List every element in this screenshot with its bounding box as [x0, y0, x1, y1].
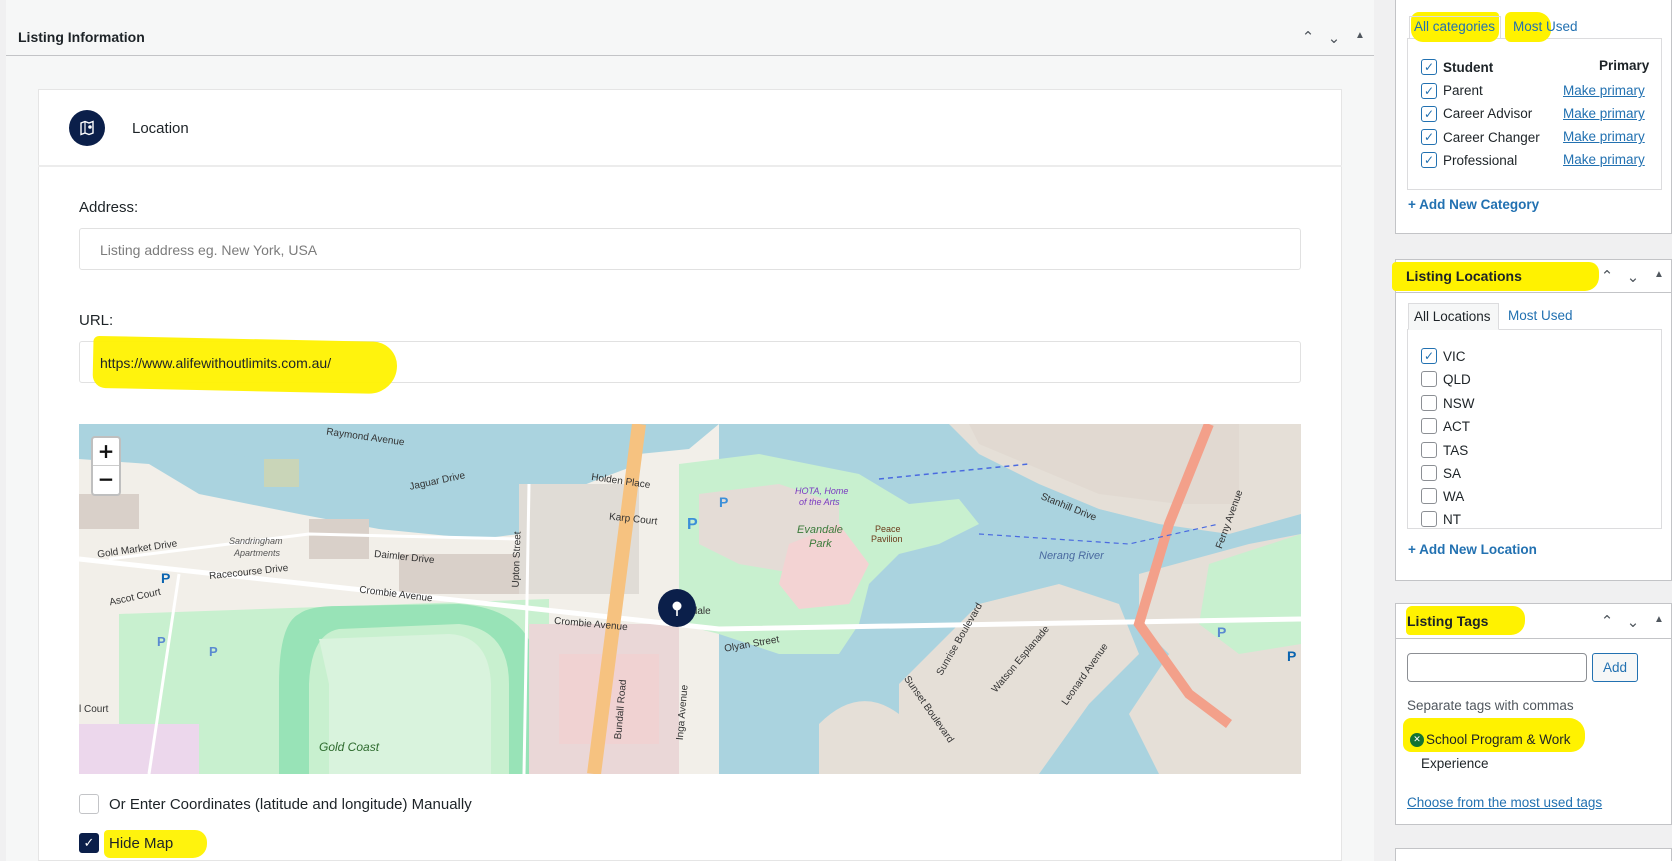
section-title: Location: [132, 120, 189, 137]
parking-icon: P: [157, 634, 166, 649]
parking-icon: P: [209, 644, 218, 659]
map-marker-icon[interactable]: [658, 589, 696, 627]
add-new-category-link[interactable]: + Add New Category: [1408, 197, 1539, 212]
location-label: WA: [1443, 489, 1465, 504]
map-label: Apartments: [234, 548, 281, 558]
map-label: Gold Coast: [319, 740, 380, 754]
map-label: Sandringham: [229, 536, 283, 546]
map-label: Evandale: [797, 524, 843, 536]
category-label: Career Advisor: [1443, 106, 1533, 121]
location-label: QLD: [1443, 372, 1471, 387]
map[interactable]: Raymond Avenue Jaguar Drive Holden Place…: [79, 424, 1301, 774]
location-label: TAS: [1443, 443, 1469, 458]
main-title: Listing Information: [18, 29, 145, 45]
category-label: Career Changer: [1443, 130, 1540, 145]
coordinates-label: Or Enter Coordinates (latitude and longi…: [109, 796, 472, 813]
map-label: l Court: [79, 704, 109, 715]
collapse-toggle-icon[interactable]: ▲: [1351, 27, 1369, 45]
parking-icon: P: [687, 516, 698, 533]
map-label: HOTA, Home: [795, 486, 849, 496]
location-label: NSW: [1443, 396, 1475, 411]
category-checkbox[interactable]: ✓: [1421, 152, 1437, 168]
parking-icon: P: [719, 494, 729, 510]
category-checkbox[interactable]: ✓: [1421, 59, 1437, 75]
tags-title: Listing Tags: [1407, 613, 1489, 629]
category-checkbox[interactable]: ✓: [1421, 129, 1437, 145]
tab-all-locations[interactable]: All Locations: [1408, 303, 1499, 330]
map-label: Park: [809, 538, 832, 550]
add-new-location-link[interactable]: + Add New Location: [1408, 542, 1537, 557]
listing-information-header: [6, 18, 1374, 56]
url-value: https://www.alifewithoutlimits.com.au/: [100, 355, 332, 371]
location-checkbox[interactable]: [1421, 371, 1437, 387]
make-primary-link[interactable]: Make primary: [1563, 83, 1645, 98]
category-label: Student: [1443, 60, 1494, 75]
category-label: Parent: [1443, 83, 1483, 98]
address-input[interactable]: Listing address eg. New York, USA: [79, 228, 1301, 270]
move-down-icon[interactable]: ⌃: [1624, 266, 1642, 284]
category-checkbox[interactable]: ✓: [1421, 106, 1437, 122]
location-label: NT: [1443, 512, 1461, 527]
location-label: SA: [1443, 466, 1462, 481]
location-checkbox[interactable]: [1421, 465, 1437, 481]
primary-badge: Primary: [1599, 58, 1650, 73]
locations-title: Listing Locations: [1406, 268, 1522, 284]
location-label: ACT: [1443, 419, 1470, 434]
new-tag-input[interactable]: [1407, 653, 1587, 682]
parking-icon: P: [161, 570, 171, 586]
next-box: [1395, 848, 1672, 861]
hide-map-label: Hide Map: [109, 835, 174, 852]
parking-icon: P: [1287, 648, 1297, 664]
collapse-toggle-icon[interactable]: ▲: [1650, 266, 1668, 284]
make-primary-link[interactable]: Make primary: [1563, 129, 1645, 144]
move-down-icon[interactable]: ⌃: [1325, 27, 1343, 45]
address-placeholder: Listing address eg. New York, USA: [100, 242, 318, 258]
tag-label-continued: Experience: [1421, 756, 1489, 771]
collapse-toggle-icon[interactable]: ▲: [1650, 611, 1668, 629]
divider: [38, 165, 1342, 167]
map-label: Upton Street: [510, 531, 524, 588]
remove-tag-icon[interactable]: ✕: [1410, 733, 1424, 747]
parking-icon: P: [1217, 624, 1227, 640]
location-checkbox[interactable]: [1421, 418, 1437, 434]
tags-hint: Separate tags with commas: [1407, 698, 1574, 713]
map-zoom-control: + −: [91, 436, 121, 496]
tab-most-used-categories[interactable]: Most Used: [1513, 19, 1578, 34]
category-checkbox[interactable]: ✓: [1421, 83, 1437, 99]
location-checkbox[interactable]: ✓: [1421, 348, 1437, 364]
coordinates-checkbox[interactable]: [79, 794, 99, 814]
location-checkbox[interactable]: [1421, 442, 1437, 458]
map-label: Peace: [875, 524, 901, 534]
url-label: URL:: [79, 312, 114, 329]
address-label: Address:: [79, 199, 139, 216]
map-label: of the Arts: [799, 497, 840, 507]
location-label: VIC: [1443, 349, 1466, 364]
location-checkbox[interactable]: [1421, 511, 1437, 527]
tag-label: School Program & Work: [1426, 732, 1571, 747]
add-tag-button[interactable]: Add: [1592, 653, 1638, 682]
move-up-icon[interactable]: ⌃: [1598, 613, 1616, 631]
map-label: Pavilion: [871, 534, 903, 544]
move-up-icon[interactable]: ⌃: [1598, 268, 1616, 286]
location-checkbox[interactable]: [1421, 395, 1437, 411]
tab-most-used-locations[interactable]: Most Used: [1508, 308, 1573, 323]
zoom-out-button[interactable]: −: [93, 466, 119, 494]
make-primary-link[interactable]: Make primary: [1563, 152, 1645, 167]
tab-all-categories[interactable]: All categories: [1414, 19, 1495, 34]
location-checkbox[interactable]: [1421, 488, 1437, 504]
zoom-in-button[interactable]: +: [93, 438, 119, 466]
map-section-icon: [69, 110, 105, 146]
category-label: Professional: [1443, 153, 1518, 168]
move-down-icon[interactable]: ⌃: [1624, 611, 1642, 629]
choose-most-used-tags-link[interactable]: Choose from the most used tags: [1407, 795, 1602, 810]
hide-map-checkbox[interactable]: ✓: [79, 833, 99, 853]
move-up-icon[interactable]: ⌃: [1299, 29, 1317, 47]
make-primary-link[interactable]: Make primary: [1563, 106, 1645, 121]
map-label: Nerang River: [1039, 550, 1104, 562]
